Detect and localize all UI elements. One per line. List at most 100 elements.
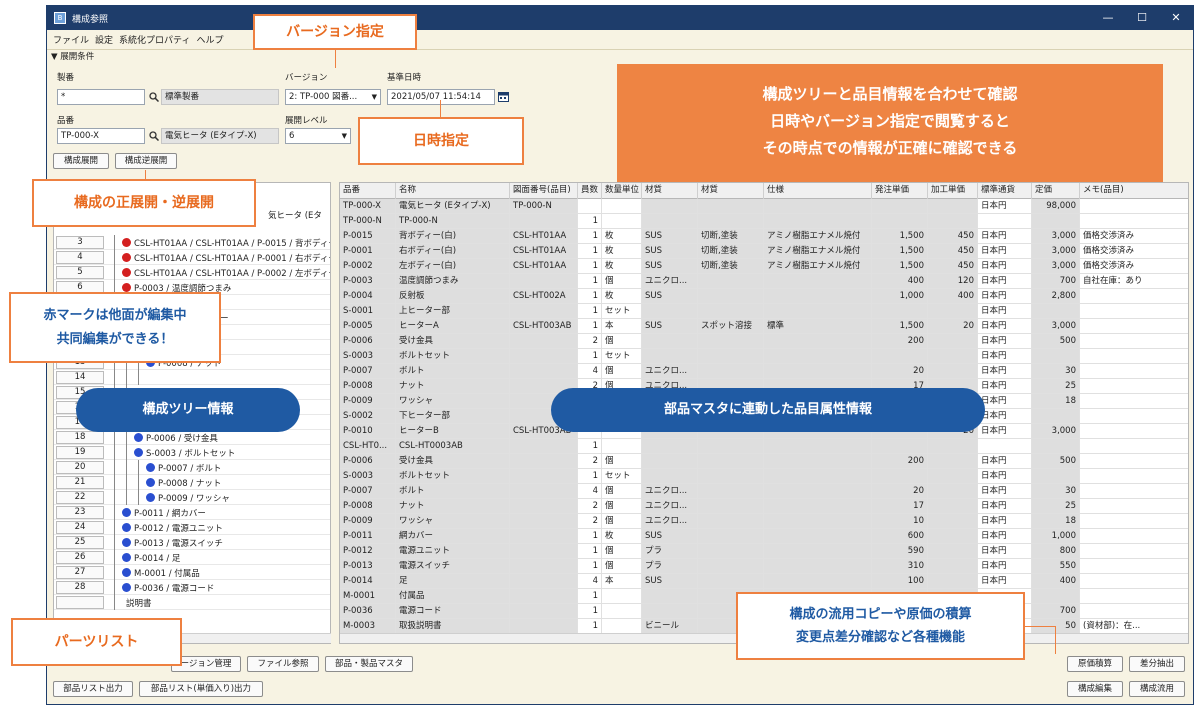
- tree-row[interactable]: 18 P-0006 / 受け金具: [54, 430, 330, 445]
- expand-callout: 構成の正展開・逆展開: [32, 179, 256, 227]
- table-row[interactable]: P-0002 左ボディー(白) CSL-HT01AA 1 枚 SUS 切断,塗装 アミノ樹脂エ…: [340, 259, 1188, 274]
- file-reference-button[interactable]: ファイル参照: [247, 656, 319, 672]
- column-header[interactable]: 図面番号(品目): [510, 183, 578, 199]
- maximize-icon[interactable]: ☐: [1125, 6, 1159, 30]
- parts-list-price-output-button[interactable]: 部品リスト(単価入り)出力: [139, 681, 263, 697]
- table-row[interactable]: P-0005 ヒーターA CSL-HT003AB 1 本 SUS スポット溶接 標準 1,500…: [340, 319, 1188, 334]
- table-cell: [510, 304, 578, 319]
- table-cell: 日本円: [978, 274, 1032, 289]
- table-row[interactable]: P-0009 ワッシャ 2 個ユニクロ... 10 日本円 18: [340, 514, 1188, 529]
- reuse-structure-button[interactable]: 構成流用: [1129, 681, 1185, 697]
- column-header[interactable]: 名称: [396, 183, 510, 199]
- column-header[interactable]: 数量単位: [602, 183, 642, 199]
- reverse-expand-button[interactable]: 構成逆展開: [115, 153, 177, 169]
- close-icon[interactable]: ✕: [1159, 6, 1193, 30]
- table-row[interactable]: P-0006 受け金具 2 個 200 日本円 500: [340, 454, 1188, 469]
- calendar-icon[interactable]: [498, 91, 509, 102]
- table-row[interactable]: P-0015 背ボディー(白) CSL-HT01AA 1 枚 SUS 切断,塗装 アミノ樹脂エ…: [340, 229, 1188, 244]
- column-header[interactable]: 仕様: [764, 183, 872, 199]
- parts-master-button[interactable]: 部品・製品マスタ: [325, 656, 413, 672]
- edit-structure-button[interactable]: 構成編集: [1067, 681, 1123, 697]
- table-cell: 取扱説明書: [396, 619, 510, 634]
- table-row[interactable]: P-0014 足 4 本 SUS 100 日本円 400: [340, 574, 1188, 589]
- menu-properties[interactable]: 系統化プロパティ: [119, 33, 190, 46]
- tree-row[interactable]: 21 P-0008 / ナット: [54, 475, 330, 490]
- version-select[interactable]: 2: TP-000 図番... ▼: [285, 89, 381, 105]
- table-row[interactable]: P-0011 網カバー 1 枚 SUS 600 日本円 1,000: [340, 529, 1188, 544]
- table-cell: [764, 214, 872, 229]
- tree-row[interactable]: 27 M-0001 / 付属品: [54, 565, 330, 580]
- table-row[interactable]: P-0007 ボルト 4 個ユニクロ... 20 日本円 30: [340, 484, 1188, 499]
- date-input[interactable]: 2021/05/07 11:54:14: [387, 89, 495, 105]
- expand-button[interactable]: 構成展開: [53, 153, 109, 169]
- table-cell: 17: [872, 499, 928, 514]
- table-cell: [698, 529, 764, 544]
- table-row[interactable]: S-0003 ボルトセット 1 セット 日本円: [340, 469, 1188, 484]
- tree-row[interactable]: 20 P-0007 / ボルト: [54, 460, 330, 475]
- table-row[interactable]: P-0012 電源ユニット 1 個プラ 590 日本円 800: [340, 544, 1188, 559]
- level-select[interactable]: 6 ▼: [285, 128, 351, 144]
- table-row[interactable]: P-0007 ボルト 4 個ユニクロ... 20 日本円 30: [340, 364, 1188, 379]
- tree-row[interactable]: 4 CSL-HT01AA / CSL-HT01AA / P-0001 / 右ボディ…: [54, 250, 330, 265]
- menu-settings[interactable]: 設定: [95, 33, 113, 46]
- column-header[interactable]: 加工単価: [928, 183, 978, 199]
- diff-extract-button[interactable]: 差分抽出: [1129, 656, 1185, 672]
- parts-list-output-button[interactable]: 部品リスト出力: [53, 681, 133, 697]
- table-row[interactable]: TP-000-N TP-000-N 1: [340, 214, 1188, 229]
- table-cell: [642, 469, 698, 484]
- column-header[interactable]: 標準通貨: [978, 183, 1032, 199]
- tree-row[interactable]: 23 P-0011 / 網カバー: [54, 505, 330, 520]
- menu-help[interactable]: ヘルプ: [197, 33, 224, 46]
- chevron-down-icon: ▼: [371, 93, 377, 101]
- table-row[interactable]: CSL-HT0... CSL-HT0003AB 1: [340, 439, 1188, 454]
- table-row[interactable]: TP-000-X 電気ヒータ (Eタイプ-X) TP-000-N 日本円 98,000: [340, 199, 1188, 214]
- table-row[interactable]: P-0006 受け金具 2 個 200 日本円 500: [340, 334, 1188, 349]
- tree-row[interactable]: 24 P-0012 / 電源ユニット: [54, 520, 330, 535]
- version-label: バージョン: [285, 73, 328, 83]
- table-cell: P-0008: [340, 379, 396, 394]
- table-cell: P-0005: [340, 319, 396, 334]
- table-cell: P-0010: [340, 424, 396, 439]
- search-icon[interactable]: [149, 92, 159, 102]
- tree-row[interactable]: 26 P-0014 / 足: [54, 550, 330, 565]
- tree-row[interactable]: 説明書: [54, 595, 330, 610]
- column-header[interactable]: 材質: [642, 183, 698, 199]
- column-header[interactable]: 発注単価: [872, 183, 928, 199]
- tree-row[interactable]: 25 P-0013 / 電源スイッチ: [54, 535, 330, 550]
- tree-row[interactable]: 22 P-0009 / ワッシャ: [54, 490, 330, 505]
- table-row[interactable]: P-0008 ナット 2 個ユニクロ... 17 日本円 25: [340, 499, 1188, 514]
- table-cell: ボルト: [396, 364, 510, 379]
- tree-row[interactable]: 14: [54, 370, 330, 385]
- table-row[interactable]: S-0003 ボルトセット 1 セット 日本円: [340, 349, 1188, 364]
- cost-calculation-button[interactable]: 原価積算: [1067, 656, 1123, 672]
- hinban-input[interactable]: TP-000-X: [57, 128, 145, 144]
- filter-section-header[interactable]: ▼ 展開条件: [51, 50, 94, 62]
- tree-row[interactable]: 3 CSL-HT01AA / CSL-HT01AA / P-0015 / 背ボディ…: [54, 235, 330, 250]
- red-line-1: 赤マークは他面が編集中: [43, 308, 187, 323]
- table-row[interactable]: P-0003 温度調節つまみ 1 個ユニクロ... 400 120 日本円 700 自社在庫：あ…: [340, 274, 1188, 289]
- table-row[interactable]: P-0001 右ボディー(白) CSL-HT01AA 1 枚 SUS 切断,塗装 アミノ樹脂エ…: [340, 244, 1188, 259]
- column-header[interactable]: 品番: [340, 183, 396, 199]
- table-cell: 反射板: [396, 289, 510, 304]
- tree-node-label: P-0008 / ナット: [158, 479, 222, 489]
- table-cell: ユニクロ...: [642, 514, 698, 529]
- table-row[interactable]: P-0004 反射板 CSL-HT002A 1 枚 SUS 1,000 400 日本円 2,800: [340, 289, 1188, 304]
- table-cell: [872, 439, 928, 454]
- table-row[interactable]: P-0013 電源スイッチ 1 個プラ 310 日本円 550: [340, 559, 1188, 574]
- menu-file[interactable]: ファイル: [53, 33, 89, 46]
- column-header[interactable]: 材質: [698, 183, 764, 199]
- table-cell: [642, 589, 698, 604]
- table-cell: 電源ユニット: [396, 544, 510, 559]
- seiban-input[interactable]: *: [57, 89, 145, 105]
- tree-row[interactable]: 19 S-0003 / ボルトセット: [54, 445, 330, 460]
- tree-row[interactable]: 28 P-0036 / 電源コード: [54, 580, 330, 595]
- tree-row[interactable]: 5 CSL-HT01AA / CSL-HT01AA / P-0002 / 左ボディ…: [54, 265, 330, 280]
- table-cell: [698, 334, 764, 349]
- column-header[interactable]: 員数: [578, 183, 602, 199]
- column-header[interactable]: メモ(品目): [1080, 183, 1188, 199]
- column-header[interactable]: 定価: [1032, 183, 1080, 199]
- minimize-icon[interactable]: —: [1091, 6, 1125, 30]
- table-row[interactable]: S-0001 上ヒーター部 1 セット 日本円: [340, 304, 1188, 319]
- search-icon[interactable]: [149, 131, 159, 141]
- table-cell: P-0013: [340, 559, 396, 574]
